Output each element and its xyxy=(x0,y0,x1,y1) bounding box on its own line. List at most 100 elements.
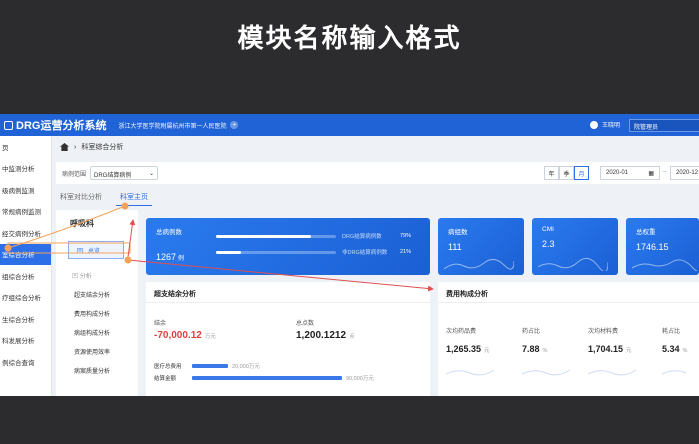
sidebar-item[interactable]: 生综合分析 xyxy=(0,308,51,330)
progress-label: DRG结算病例数 xyxy=(342,234,382,240)
tab-department-home[interactable]: 科室主页 xyxy=(116,190,152,206)
stat-value: 7.88% xyxy=(522,344,548,354)
case-scope-label: 病例范围 xyxy=(62,171,87,178)
subnav-item[interactable]: 费用构成分析 xyxy=(56,299,138,318)
sidebar-item[interactable]: 疗组综合分析 xyxy=(0,287,51,309)
sidebar-item[interactable]: 级病例监测 xyxy=(0,179,51,201)
progress-pct: 21% xyxy=(400,249,412,255)
case-scope-value: DRG结算病例 xyxy=(94,173,132,179)
subnav-item[interactable]: 超支结余分析 xyxy=(56,280,138,299)
filter-bar: 病例范围 DRG结算病例 ⌄ 年 季 月 2020-01 ▦ – 2020-12 xyxy=(56,162,699,184)
app-title: DRG运营分析系统 xyxy=(16,120,107,132)
progress-fill xyxy=(216,234,311,238)
bar-label: 结算金额 xyxy=(154,376,177,382)
date-end-input[interactable]: 2020-12 xyxy=(670,166,699,180)
breadcrumb: › 科室综合分析 xyxy=(60,142,123,152)
case-scope-select[interactable]: DRG结算病例 ⌄ xyxy=(90,166,159,180)
stat-value: 1,704.15 元 xyxy=(588,344,632,354)
divider xyxy=(438,302,699,303)
kpi-progress-row: 非DRG结算病例数 21% xyxy=(216,248,411,256)
period-year-button[interactable]: 年 xyxy=(544,166,559,180)
sidebar-item[interactable]: 例综合查询 xyxy=(0,351,51,373)
points-value: 1,200.1212 点 xyxy=(296,330,355,341)
subnav-item[interactable]: 资源使用效率 xyxy=(56,337,138,356)
kpi-title: 病组数 xyxy=(448,229,468,236)
card-title: 费用构成分析 xyxy=(446,291,488,298)
department-title: 呼吸科 xyxy=(70,219,94,228)
bar-value: 20,000万元 xyxy=(232,364,260,370)
date-end-value: 2020-12 xyxy=(676,170,699,176)
kpi-groups: 病组数 111 xyxy=(438,218,524,275)
top-bar: DRG运营分析系统 浙江大学医学院附属杭州市第一人民医院 ⌖ 王晓明 院管理员 xyxy=(0,114,699,136)
period-toggle: 年 季 月 xyxy=(544,166,589,180)
stat-value: 5.34% xyxy=(662,344,688,354)
analysis-section: 凹 分析 xyxy=(56,259,138,280)
stat-value: 1,265.35 元 xyxy=(446,344,490,354)
overview-label: 总览 xyxy=(88,248,101,255)
progress-label: 非DRG结算病例数 xyxy=(342,250,388,256)
calendar-icon: ▦ xyxy=(648,171,654,177)
role-select[interactable]: 院管理员 xyxy=(629,119,699,132)
period-quarter-button[interactable]: 季 xyxy=(559,166,574,180)
overview-icon: 回 xyxy=(77,248,84,255)
tab-department-compare[interactable]: 科室对比分析 xyxy=(56,190,106,206)
settlement-card: 超支结余分析 结余 -70,000.12 万元 总点数 1,200.1212 点 医… xyxy=(146,282,430,396)
home-icon[interactable] xyxy=(60,143,69,151)
sidebar-item[interactable]: 中监测分析 xyxy=(0,158,51,180)
department-subnav: 呼吸科 回 总览 凹 分析 超支结余分析 费用构成分析 病组构成分析 资源使用效… xyxy=(56,210,138,396)
sidebar-item[interactable]: 经交病例分析 xyxy=(0,222,51,244)
subnav-item[interactable]: 病案质量分析 xyxy=(56,356,138,375)
stat-label: 药占比 xyxy=(522,329,541,335)
cost-bar-row: 医疗总费用 20,000万元 xyxy=(154,362,260,370)
location-icon[interactable]: ⌖ xyxy=(230,121,239,129)
progress-track xyxy=(216,234,336,238)
sidebar-item[interactable]: 常规病例监测 xyxy=(0,201,51,223)
bar xyxy=(192,376,342,380)
cost-composition-card: 费用构成分析 次均药品费 1,265.35 元 药占比 7.88% 次均材料费 1… xyxy=(438,282,699,396)
sparkline xyxy=(538,257,608,271)
kpi-total-cases: 总病例数 1267 例 DRG结算病例数 79% 非DRG结算病例数 21% xyxy=(146,218,430,275)
date-start-value: 2020-01 xyxy=(606,170,629,176)
logo-icon xyxy=(4,120,13,130)
app-screenshot: DRG运营分析系统 浙江大学医学院附属杭州市第一人民医院 ⌖ 王晓明 院管理员 … xyxy=(0,114,699,396)
kpi-value: 111 xyxy=(448,242,462,252)
date-start-input[interactable]: 2020-01 ▦ xyxy=(600,166,660,180)
cost-bar-row: 结算金额 90,000万元 xyxy=(154,374,374,382)
stat-label: 次均材料费 xyxy=(588,329,619,335)
stat-label: 耗占比 xyxy=(662,329,681,335)
analysis-section-label: 分析 xyxy=(79,274,92,280)
sidebar: 页 中监测分析 级病例监测 常规病例监测 经交病例分析 室综合分析 组综合分析 … xyxy=(0,136,52,396)
subnav-item[interactable]: 病组构成分析 xyxy=(56,318,138,337)
chevron-down-icon: ⌄ xyxy=(148,171,155,177)
bar xyxy=(192,364,228,368)
sidebar-item[interactable]: 科发展分析 xyxy=(0,330,51,352)
balance-label: 结余 xyxy=(154,321,167,327)
app-logo[interactable]: DRG运营分析系统 xyxy=(4,117,106,133)
kpi-title: CMI xyxy=(542,226,554,233)
progress-track xyxy=(216,250,336,254)
points-label: 总点数 xyxy=(296,321,315,327)
sidebar-item-active[interactable]: 室综合分析 xyxy=(0,243,51,265)
period-month-button[interactable]: 月 xyxy=(574,166,589,180)
slide-title: 模块名称输入格式 xyxy=(237,23,462,53)
user-menu[interactable]: 王晓明 xyxy=(590,120,620,129)
sparklines xyxy=(446,369,687,376)
kpi-progress-row: DRG结算病例数 79% xyxy=(216,232,411,240)
tab-bar: 科室对比分析 科室主页 xyxy=(56,190,152,206)
kpi-total-weight: 总权重 1746.15 xyxy=(626,218,699,275)
sparkline xyxy=(444,259,514,270)
bar-value: 90,000万元 xyxy=(346,376,374,382)
divider xyxy=(146,302,430,303)
sidebar-item[interactable]: 组综合分析 xyxy=(0,265,51,287)
balance-value: -70,000.12 万元 xyxy=(154,330,216,341)
stat-label: 次均药品费 xyxy=(446,329,477,335)
hospital-name: 浙江大学医学院附属杭州市第一人民医院 xyxy=(118,123,227,130)
user-name: 王晓明 xyxy=(602,123,621,129)
date-range-separator: – xyxy=(663,169,667,175)
kpi-value: 1746.15 xyxy=(636,242,669,252)
analysis-icon: 凹 xyxy=(72,274,79,280)
sidebar-item[interactable]: 页 xyxy=(0,136,51,158)
overview-button[interactable]: 回 总览 xyxy=(68,241,124,259)
kpi-title: 总权重 xyxy=(636,229,656,236)
avatar-icon xyxy=(590,120,598,129)
